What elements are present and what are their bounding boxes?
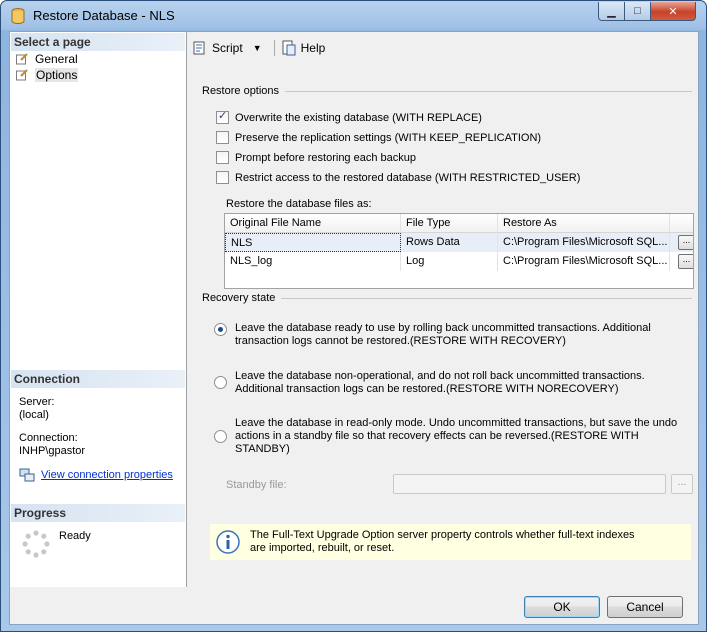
browse-cell: ... [670, 252, 693, 271]
chevron-down-icon[interactable]: ▼ [253, 43, 262, 53]
browse-button[interactable]: ... [678, 235, 693, 250]
spinner-icon [22, 530, 50, 558]
radio-button[interactable] [214, 323, 227, 336]
browse-button[interactable]: ... [678, 254, 693, 269]
restore-database-window: Restore Database - NLS ▁ □ ✕ Select a pa… [0, 0, 707, 632]
cell-file-type: Rows Data [401, 233, 498, 252]
progress-status: Ready [59, 530, 91, 542]
page-item-general[interactable]: General [16, 51, 78, 66]
left-pane: Select a page General Options Connection… [10, 32, 187, 587]
restore-options-title: Restore options [202, 85, 280, 97]
server-label: Server: [19, 396, 55, 408]
view-connection-properties-text: View connection properties [41, 469, 173, 481]
recovery-option-no-recovery[interactable]: Leave the database non-operational, and … [214, 370, 685, 396]
info-text: The Full-Text Upgrade Option server prop… [250, 529, 635, 554]
column-header-blank [670, 214, 693, 233]
checkbox-box[interactable] [216, 151, 229, 164]
connection-properties-icon [19, 468, 35, 482]
checkbox-label: Prompt before restoring each backup [235, 151, 416, 164]
checkbox-box[interactable] [216, 109, 229, 124]
cell-file-type: Log [401, 252, 498, 271]
script-label: Script [212, 41, 243, 55]
recovery-state-group: Recovery state [202, 292, 692, 304]
dialog-client-area: Select a page General Options Connection… [9, 31, 699, 625]
radio-label: Leave the database ready to use by rolli… [235, 322, 651, 347]
help-label: Help [300, 41, 326, 55]
prompt-before-restore-checkbox[interactable]: Prompt before restoring each backup [216, 151, 416, 164]
recovery-option-with-recovery[interactable]: Leave the database ready to use by rolli… [214, 322, 685, 348]
cell-restore-as[interactable]: C:\Program Files\Microsoft SQL... [498, 252, 670, 271]
connection-value: INHP\gpastor [19, 445, 86, 457]
help-button[interactable]: Help [281, 40, 326, 56]
standby-file-input[interactable] [393, 474, 666, 494]
recovery-option-standby[interactable]: Leave the database in read-only mode. Un… [214, 417, 685, 456]
column-header-original-file-name[interactable]: Original File Name [225, 214, 401, 233]
ok-button[interactable]: OK [524, 596, 600, 618]
page-item-options[interactable]: Options [16, 67, 79, 82]
table-row[interactable]: NLS_log Log C:\Program Files\Microsoft S… [225, 252, 693, 271]
select-page-header: Select a page [11, 33, 185, 51]
script-icon [193, 41, 205, 55]
info-banner: The Full-Text Upgrade Option server prop… [210, 524, 691, 560]
close-icon: ✕ [668, 5, 678, 18]
cell-original-file-name[interactable]: NLS [225, 233, 401, 252]
restore-files-label: Restore the database files as: [226, 198, 372, 210]
checkbox-label: Preserve the replication settings (WITH … [235, 131, 542, 144]
connection-header: Connection [11, 370, 185, 388]
minimize-icon: ▁ [607, 5, 616, 18]
info-icon [216, 530, 240, 554]
progress-header: Progress [11, 504, 185, 522]
maximize-button[interactable]: □ [624, 2, 651, 21]
page-item-label: Options [35, 67, 79, 82]
standby-browse-button[interactable]: ... [671, 474, 693, 494]
restore-options-group: Restore options [202, 85, 692, 97]
cancel-button[interactable]: Cancel [607, 596, 683, 618]
page-item-label: General [35, 51, 78, 66]
script-button[interactable]: Script ▼ [192, 40, 262, 56]
toolbar: Script ▼ Help [192, 37, 337, 59]
window-title: Restore Database - NLS [33, 8, 175, 23]
title-bar[interactable]: Restore Database - NLS ▁ □ ✕ [1, 1, 706, 31]
dialog-footer: OK Cancel [10, 588, 698, 624]
cell-restore-as[interactable]: C:\Program Files\Microsoft SQL... [498, 233, 670, 252]
radio-label: Leave the database non-operational, and … [235, 370, 645, 395]
minimize-button[interactable]: ▁ [598, 2, 625, 21]
checkbox-box[interactable] [216, 171, 229, 184]
radio-button[interactable] [214, 376, 227, 389]
page-icon [16, 52, 28, 64]
checkbox-box[interactable] [216, 131, 229, 144]
radio-label: Leave the database in read-only mode. Un… [235, 417, 678, 455]
database-icon [11, 8, 25, 24]
connection-label: Connection: [19, 432, 78, 444]
restore-files-grid: Original File Name File Type Restore As … [224, 213, 694, 289]
table-row[interactable]: NLS Rows Data C:\Program Files\Microsoft… [225, 233, 693, 252]
overwrite-checkbox[interactable]: Overwrite the existing database (WITH RE… [216, 109, 482, 124]
page-icon [16, 68, 28, 80]
standby-file-label: Standby file: [226, 479, 287, 491]
maximize-icon: □ [634, 5, 641, 17]
radio-button[interactable] [214, 430, 227, 443]
help-icon [282, 40, 296, 56]
server-value: (local) [19, 409, 49, 421]
column-header-restore-as[interactable]: Restore As [498, 214, 670, 233]
column-header-file-type[interactable]: File Type [401, 214, 498, 233]
toolbar-separator [273, 40, 275, 56]
keep-replication-checkbox[interactable]: Preserve the replication settings (WITH … [216, 131, 541, 144]
checkbox-label: Restrict access to the restored database… [235, 171, 581, 184]
browse-cell: ... [670, 233, 693, 252]
recovery-state-title: Recovery state [202, 292, 276, 304]
view-connection-properties-link[interactable]: View connection properties [19, 468, 173, 482]
restricted-user-checkbox[interactable]: Restrict access to the restored database… [216, 171, 580, 184]
cell-original-file-name[interactable]: NLS_log [225, 252, 401, 271]
checkbox-label: Overwrite the existing database (WITH RE… [235, 111, 482, 124]
grid-header-row: Original File Name File Type Restore As [225, 214, 693, 233]
close-button[interactable]: ✕ [650, 2, 696, 21]
